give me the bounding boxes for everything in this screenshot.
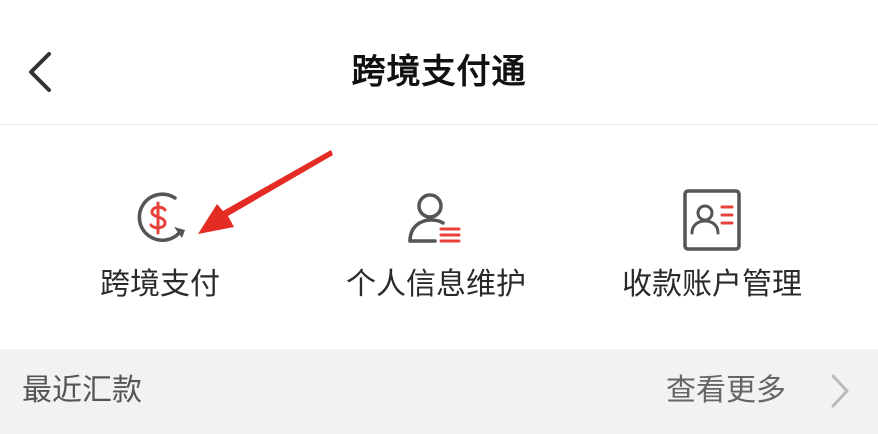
view-more-label: 查看更多 bbox=[666, 373, 786, 408]
personal-info-label: 个人信息维护 bbox=[346, 267, 526, 302]
chevron-right-icon bbox=[831, 374, 849, 408]
contact-card-icon bbox=[683, 189, 741, 251]
personal-info-item[interactable]: 个人信息维护 bbox=[316, 175, 556, 345]
recent-remittance-title: 最近汇款 bbox=[22, 373, 142, 408]
account-management-item[interactable]: 收款账户管理 bbox=[592, 175, 832, 345]
cross-border-payment-item[interactable]: 跨境支付 bbox=[40, 175, 280, 345]
feature-grid: 跨境支付 个人信息维护 收款账户管理 bbox=[0, 125, 878, 349]
dollar-exchange-icon bbox=[137, 192, 185, 242]
cross-border-payment-label: 跨境支付 bbox=[100, 267, 220, 302]
user-info-icon bbox=[408, 193, 461, 243]
view-more-link[interactable]: 查看更多 bbox=[666, 367, 850, 415]
navigation-bar: 跨境支付通 bbox=[0, 0, 878, 125]
account-management-label: 收款账户管理 bbox=[622, 267, 802, 302]
page-title: 跨境支付通 bbox=[351, 52, 527, 92]
recent-remittance-bar: 最近汇款 查看更多 bbox=[0, 349, 878, 434]
